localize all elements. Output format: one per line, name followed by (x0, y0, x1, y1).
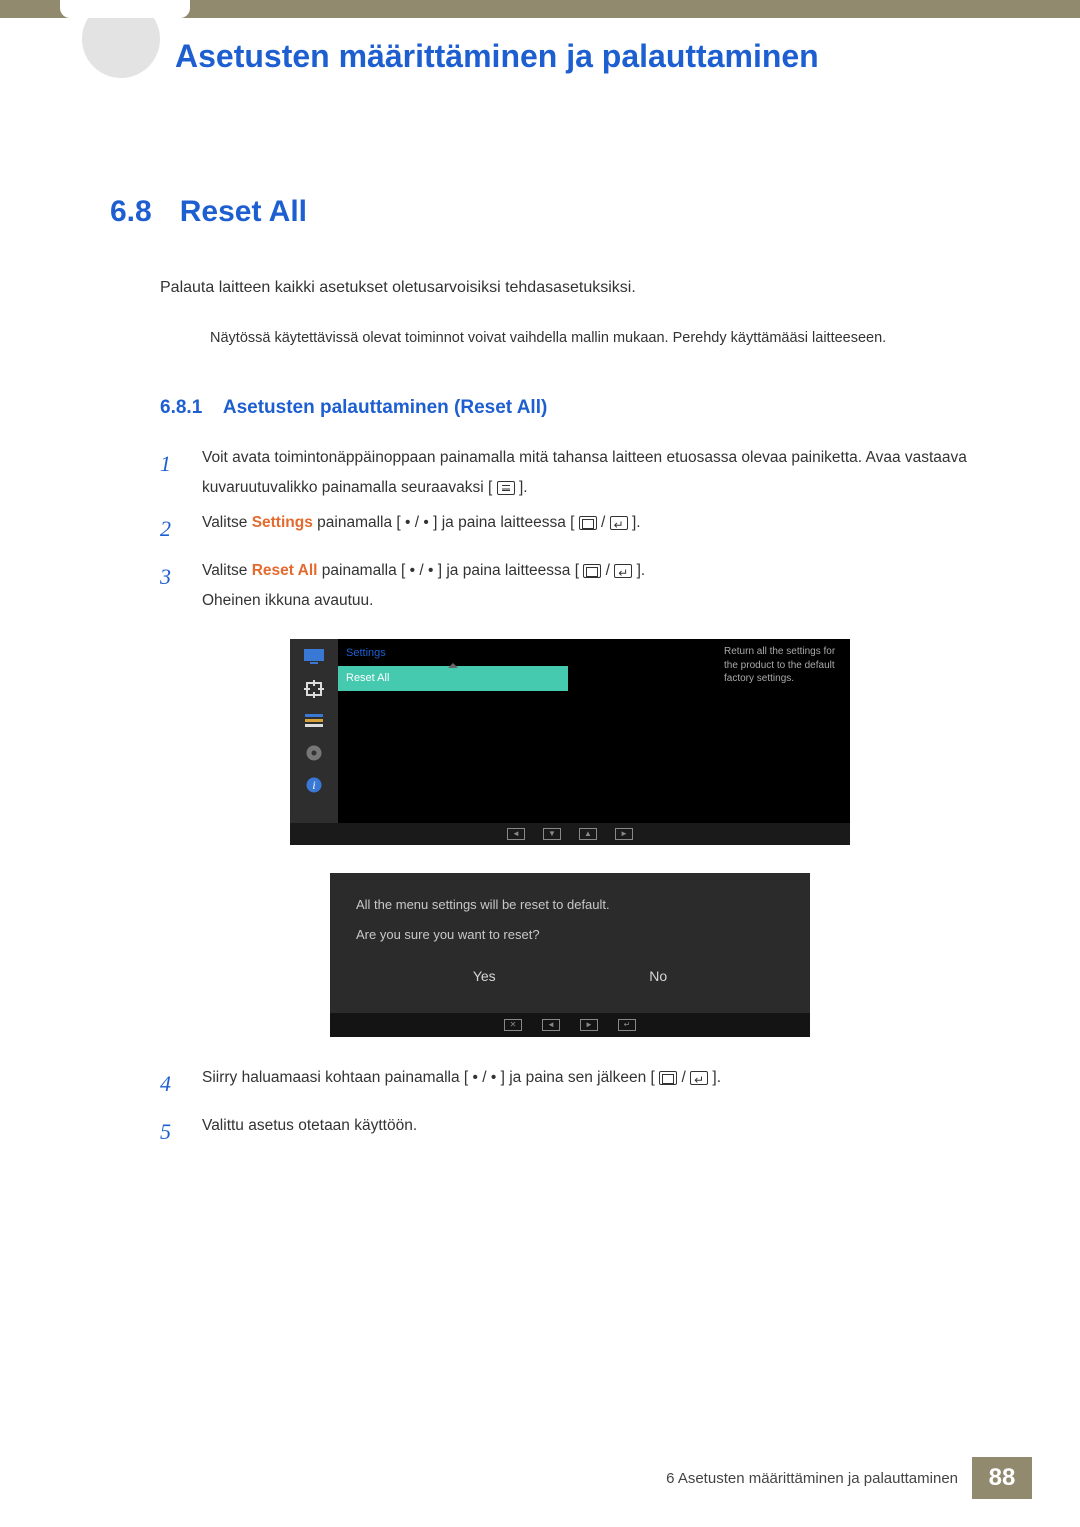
nav-down-icon: ▼ (543, 828, 561, 840)
nav-up-icon: ▲ (579, 828, 597, 840)
step-number: 2 (160, 508, 180, 550)
dialog-screenshot: All the menu settings will be reset to d… (330, 873, 810, 1037)
dialog-body: All the menu settings will be reset to d… (330, 873, 810, 1013)
dialog-nav-row: ✕ ◄ ► ↵ (330, 1013, 810, 1037)
source-icon (579, 516, 597, 530)
osd-sidebar: i (290, 639, 338, 823)
step-number: 3 (160, 556, 180, 615)
gear-icon (302, 743, 326, 763)
step-number: 5 (160, 1111, 180, 1153)
subsection-number: 6.8.1 (160, 397, 202, 418)
menu-icon (497, 481, 515, 495)
nav-left-icon: ◄ (542, 1019, 560, 1031)
content-area: 6.8 Reset All Palauta laitteen kaikki as… (110, 195, 980, 1159)
subsection-title: Asetusten palauttaminen (Reset All) (223, 397, 547, 418)
osd-description: Return all the settings for the product … (724, 645, 844, 686)
dialog-line2: Are you sure you want to reset? (356, 925, 784, 945)
step-text: Siirry haluamaasi kohtaan painamalla [ •… (202, 1063, 980, 1105)
source-icon (659, 1071, 677, 1085)
step-after-text: Oheinen ikkuna avautuu. (202, 586, 980, 615)
steps-list: 1 Voit avata toimintonäppäinoppaan paina… (160, 443, 980, 1152)
keyword-resetall: Reset All (252, 562, 318, 579)
step-3: 3 Valitse Reset All painamalla [ • / • ]… (160, 556, 980, 615)
step-5: 5 Valittu asetus otetaan käyttöön. (160, 1111, 980, 1153)
enter-icon (614, 564, 632, 578)
nav-right-icon: ► (615, 828, 633, 840)
step-text: Voit avata toimintonäppäinoppaan painama… (202, 443, 980, 502)
step-4: 4 Siirry haluamaasi kohtaan painamalla [… (160, 1063, 980, 1105)
nav-close-icon: ✕ (504, 1019, 522, 1031)
source-icon (583, 564, 601, 578)
info-icon: i (302, 775, 326, 795)
intro-paragraph: Palauta laitteen kaikki asetukset oletus… (160, 279, 980, 297)
enter-icon (690, 1071, 708, 1085)
nav-left-icon: ◄ (507, 828, 525, 840)
svg-text:i: i (312, 779, 315, 792)
dialog-yes-button: Yes (473, 966, 496, 987)
section-heading: 6.8 Reset All (110, 195, 980, 229)
menu-bars-icon (302, 711, 326, 731)
monitor-icon (302, 647, 326, 667)
step-text: Valitse Settings painamalla [ • / • ] ja… (202, 508, 980, 550)
dialog-no-button: No (649, 966, 667, 987)
step-1: 1 Voit avata toimintonäppäinoppaan paina… (160, 443, 980, 502)
resize-icon (302, 679, 326, 699)
nav-right-icon: ► (580, 1019, 598, 1031)
section-number: 6.8 (110, 195, 152, 229)
osd-nav-row: ◄ ▼ ▲ ► (290, 823, 850, 845)
osd-selected-item: Reset All (338, 666, 568, 691)
nav-enter-icon: ↵ (618, 1019, 636, 1031)
chapter-title: Asetusten määrittäminen ja palauttaminen (175, 38, 990, 75)
caret-up-icon (448, 663, 458, 668)
osd-screenshot: i Settings Reset All Return all the sett… (290, 639, 850, 845)
footer-chapter-text: 6 Asetusten määrittäminen ja palauttamin… (666, 1470, 958, 1487)
enter-icon (610, 516, 628, 530)
osd-main-panel: Settings Reset All Return all the settin… (338, 639, 850, 823)
note-paragraph: Näytössä käytettävissä olevat toiminnot … (210, 327, 970, 349)
section-title: Reset All (180, 195, 307, 229)
step-number: 4 (160, 1063, 180, 1105)
dialog-actions: Yes No (356, 944, 784, 1005)
step-text: Valitse Reset All painamalla [ • / • ] j… (202, 556, 980, 615)
step-2: 2 Valitse Settings painamalla [ • / • ] … (160, 508, 980, 550)
step-text: Valittu asetus otetaan käyttöön. (202, 1111, 980, 1153)
page-footer: 6 Asetusten määrittäminen ja palauttamin… (0, 1457, 1080, 1499)
page-number-badge: 88 (972, 1457, 1032, 1499)
tab-notch (60, 0, 190, 18)
step-number: 1 (160, 443, 180, 502)
keyword-settings: Settings (252, 514, 313, 531)
subsection-heading: 6.8.1 Asetusten palauttaminen (Reset All… (160, 397, 980, 419)
dialog-line1: All the menu settings will be reset to d… (356, 895, 784, 915)
